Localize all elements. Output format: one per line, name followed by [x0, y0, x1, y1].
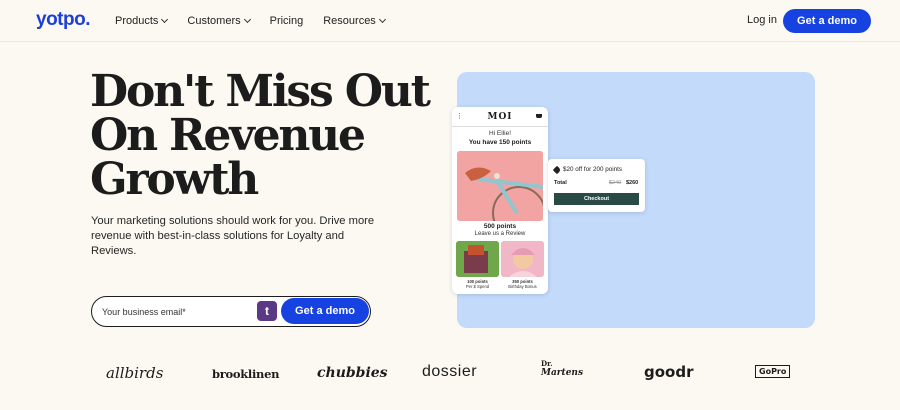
total-label: Total	[554, 180, 567, 186]
tile-spend-label: 100 points Per $ Spend	[456, 279, 499, 289]
nav-customers[interactable]: Customers	[187, 15, 251, 27]
greeting: Hi Ellie!	[488, 130, 512, 137]
nav-products-label: Products	[115, 15, 159, 27]
goodr-logo: goodr	[644, 363, 694, 381]
hero-headline: Don't Miss Out On Revenue Growth	[90, 66, 431, 205]
chevron-down-icon	[243, 15, 251, 24]
customer-logos: allbirds brooklinen chubbies dossier Dr.…	[0, 358, 900, 388]
headline-line: On Revenue	[90, 110, 366, 161]
email-form: t Get a demo	[91, 296, 371, 327]
points-balance: You have 150 points	[468, 139, 532, 146]
nav-resources-label: Resources	[323, 15, 376, 27]
points-500: 500 points	[483, 223, 517, 230]
old-price: $240	[609, 180, 622, 186]
leave-review-text: Leave us a Review	[474, 231, 526, 237]
tag-icon	[552, 165, 562, 174]
chevron-down-icon	[161, 15, 169, 24]
hero-get-demo-button[interactable]: Get a demo	[281, 298, 369, 324]
offer-text: $20 off for 200 points	[563, 166, 623, 173]
chevron-down-icon	[378, 15, 386, 24]
reward-tile-spend	[456, 241, 499, 277]
nav-get-demo-button[interactable]: Get a demo	[783, 9, 871, 33]
nav-links: Products Customers Pricing Resources	[115, 0, 386, 42]
tile-spend-desc: Per $ Spend	[465, 284, 490, 289]
tile-birthday-desc: Birthday Bonus	[508, 284, 537, 289]
phone-mockup: ⋮ MOI Hi Ellie! You have 150 points 500 …	[452, 107, 548, 294]
headline-line: Don't Miss Out	[90, 66, 431, 117]
cart-icon	[536, 114, 542, 118]
headline-line: Growth	[90, 154, 259, 205]
redeem-offer-card: $20 off for 200 points Total $240 $260 C…	[548, 159, 645, 212]
t-extension-icon[interactable]: t	[257, 301, 277, 321]
dossier-logo: dossier	[422, 363, 478, 380]
nav-resources[interactable]: Resources	[323, 15, 386, 27]
yotpo-logo[interactable]: yotpo.	[36, 9, 91, 31]
gopro-logo: GoPro	[755, 365, 791, 378]
new-price: $260	[626, 180, 639, 186]
brooklinen-logo: brooklinen	[212, 367, 280, 381]
dr-martens-logo: Dr. Martens	[541, 359, 584, 384]
nav-pricing[interactable]: Pricing	[270, 15, 304, 27]
dr-martens-line2: Martens	[541, 368, 584, 378]
divider	[452, 126, 548, 127]
chubbies-logo: chubbies	[317, 365, 388, 381]
hero-subtext: Your marketing solutions should work for…	[91, 215, 375, 257]
bike-image	[457, 151, 543, 221]
allbirds-logo: allbirds	[106, 364, 164, 382]
phone-brand: MOI	[487, 112, 513, 122]
nav-products[interactable]: Products	[115, 15, 169, 27]
top-nav: yotpo. Products Customers Pricing Resour…	[0, 0, 900, 42]
tile-birthday-label: 350 points Birthday Bonus	[501, 279, 544, 289]
reward-tile-birthday	[501, 241, 544, 277]
checkout-button[interactable]: Checkout	[554, 193, 639, 205]
email-field[interactable]	[102, 303, 252, 321]
nav-pricing-label: Pricing	[269, 15, 304, 27]
nav-customers-label: Customers	[187, 15, 241, 27]
login-link[interactable]: Log in	[747, 14, 777, 26]
dr-martens-line1: Dr.	[541, 359, 553, 368]
offer-title: $20 off for 200 points	[552, 165, 623, 174]
